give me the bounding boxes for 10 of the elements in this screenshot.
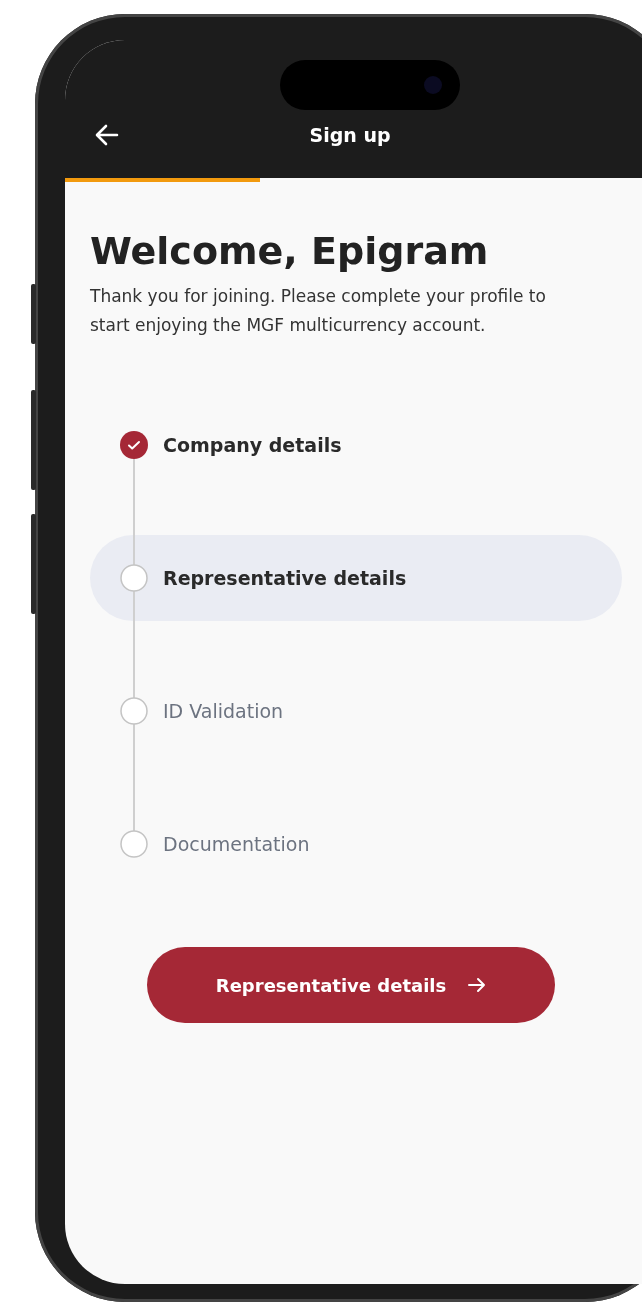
- step-label: Representative details: [163, 567, 407, 589]
- step-label: ID Validation: [163, 700, 284, 722]
- arrow-right-icon: [468, 977, 487, 993]
- step-label: Company details: [163, 434, 342, 456]
- welcome-text: Thank you for joining. Please complete your profile to start enjoying the MGF multicurrency account.: [90, 285, 547, 337]
- welcome-heading: Welcome, Epigram: [90, 228, 490, 275]
- step-label: Documentation: [163, 833, 310, 855]
- next-step-button[interactable]: Representative details: [147, 947, 555, 1023]
- back-arrow-icon[interactable]: [95, 124, 119, 146]
- screen-title: Sign up: [309, 124, 391, 146]
